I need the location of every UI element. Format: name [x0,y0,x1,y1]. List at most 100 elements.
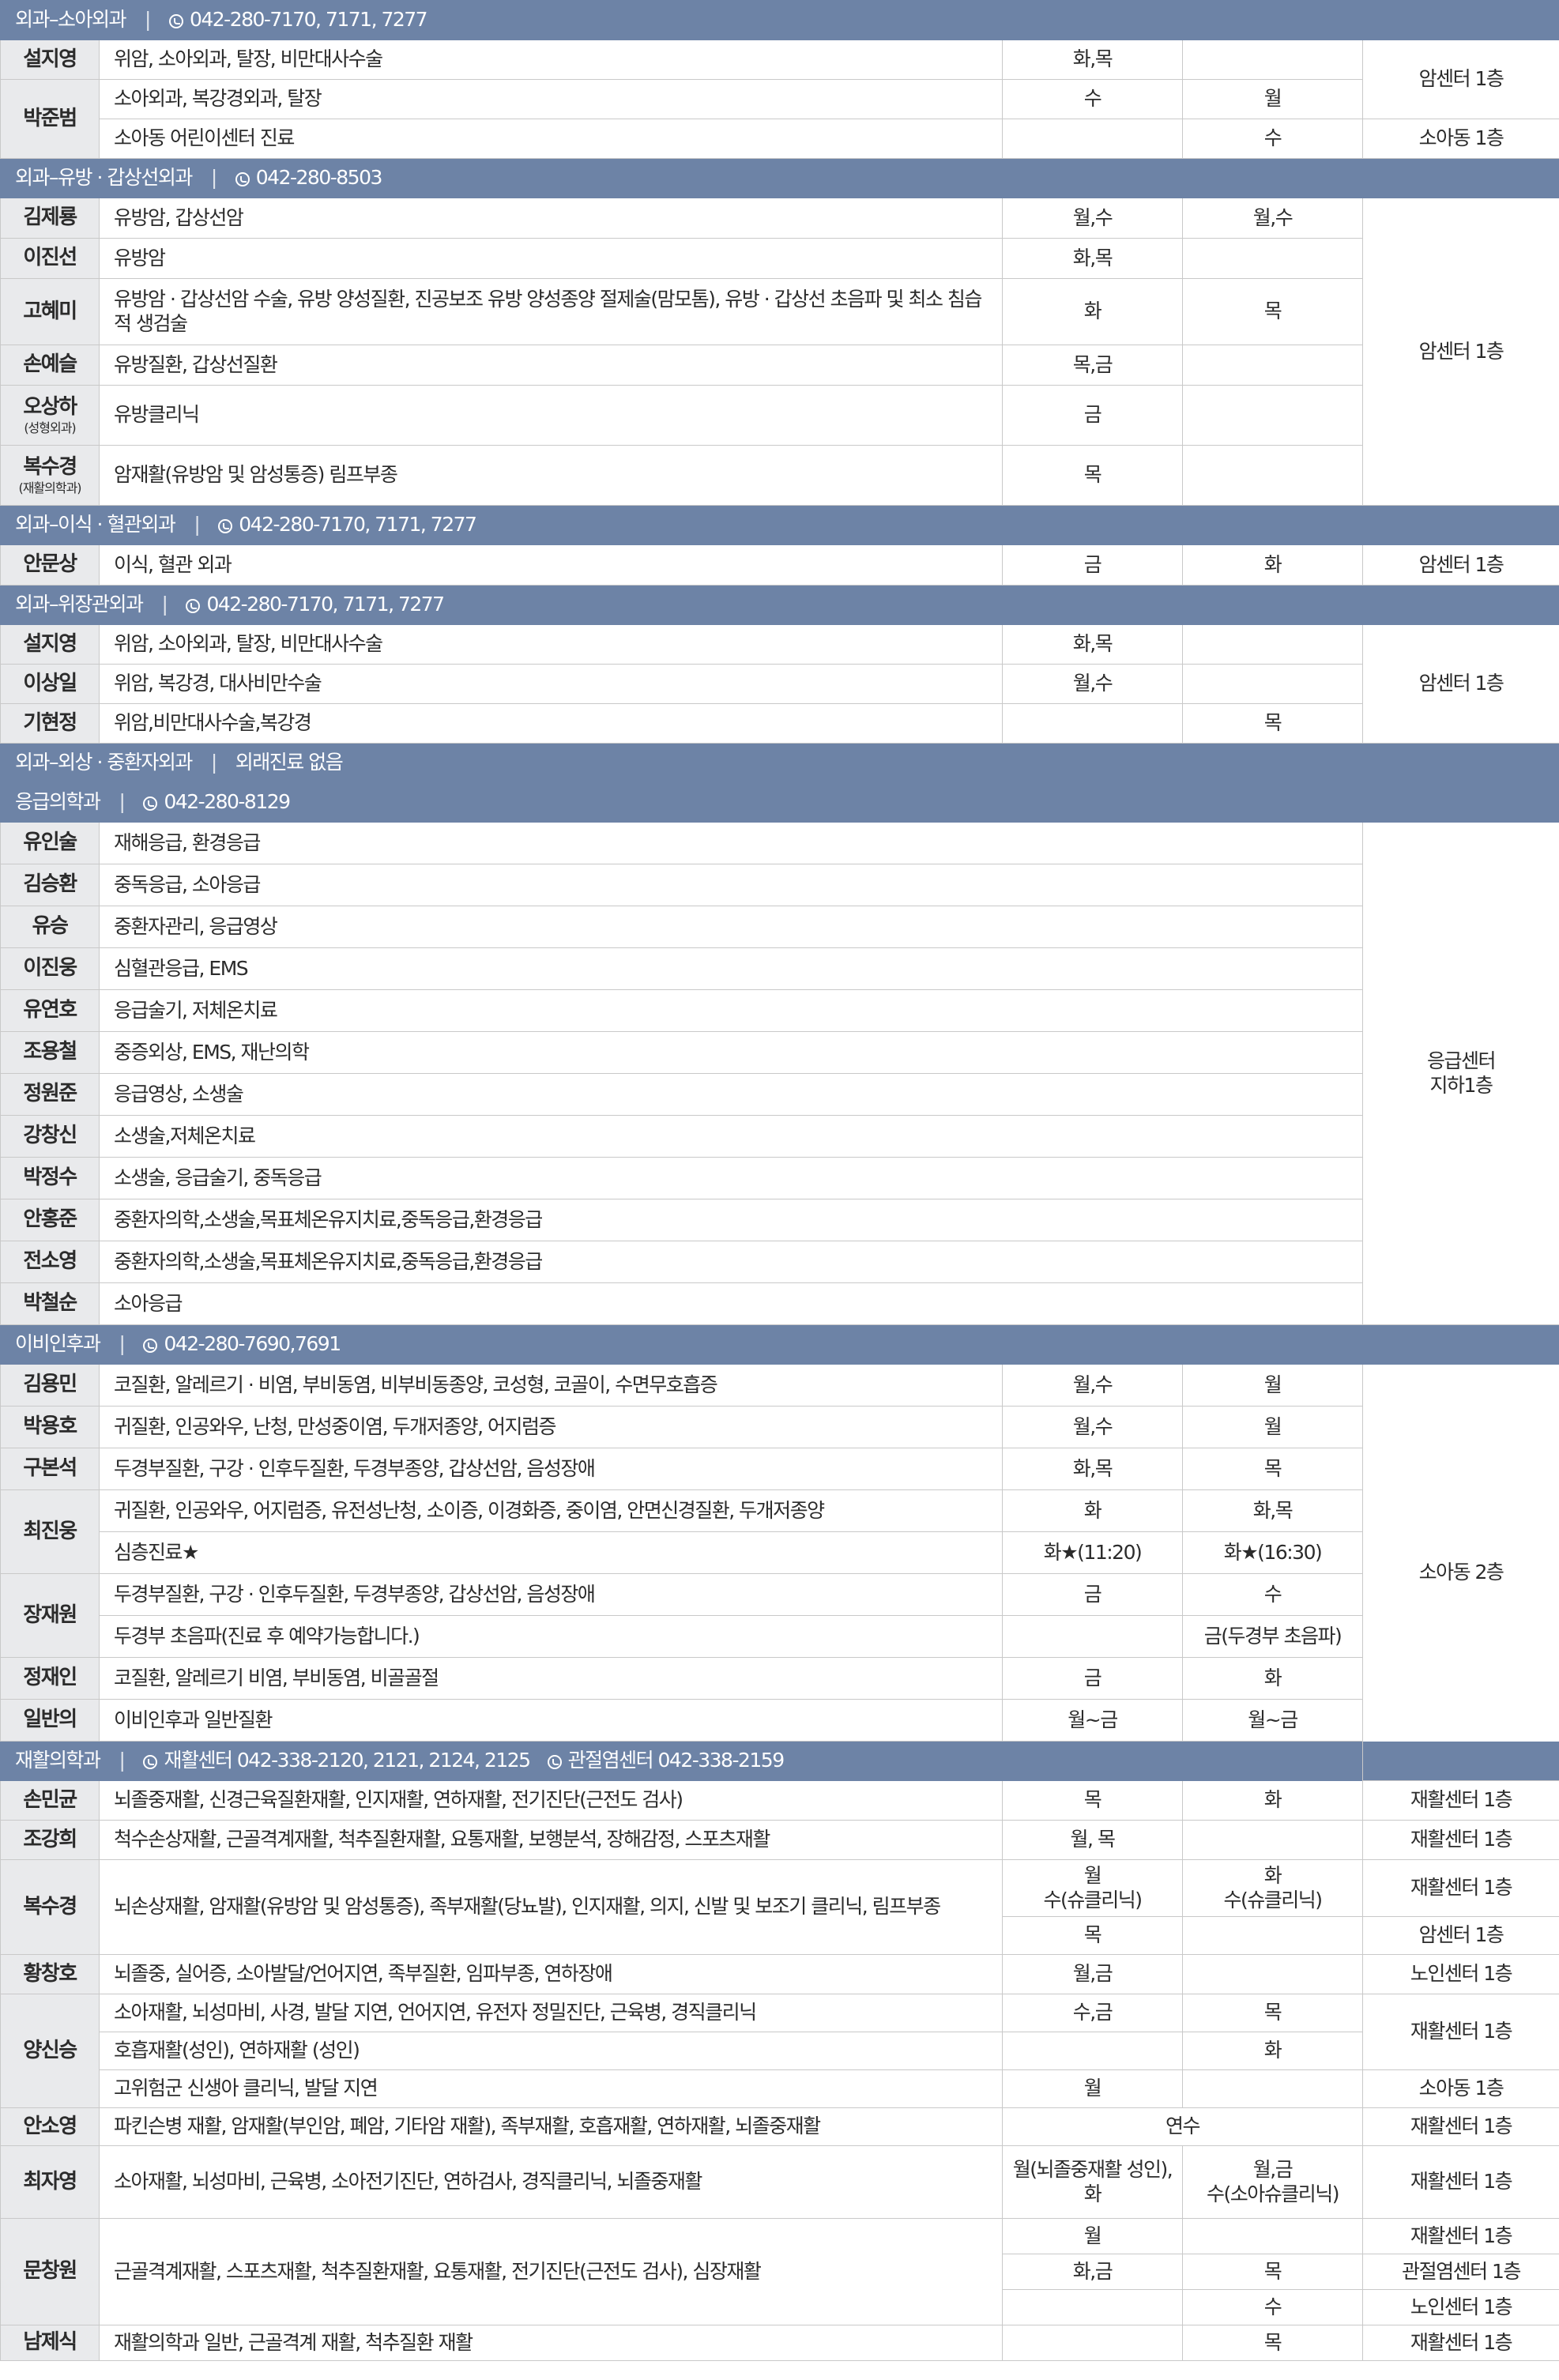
schedule-am: 월,금 [1002,1954,1183,1994]
table-row: 김제룡 유방암, 갑상선암 월,수 월,수 암센터 1층 [0,198,1559,506]
schedule-merged: 연수 [1002,2107,1363,2146]
table-row: 심층진료★ 화★(11:20) 화★(16:30) [1,1531,1559,1574]
schedule-am: 월(뇌졸중재활 성인), 화 [1002,2145,1183,2219]
section-header-row: 외과–소아외과 | 042-280-7170, 7171, 7277 [0,0,1559,40]
schedule-am [1002,2325,1183,2361]
schedule-pm [1182,624,1363,665]
doctor-name: 전소영 [0,1241,100,1283]
section-note: 외래진료 없음 [235,751,344,774]
specialty: 심혈관응급, EMS [99,947,1363,990]
section-header: 외과–위장관외과 | 042-280-7170, 7171, 7277 [0,585,1559,625]
table-row: 구본석 두경부질환, 구강 · 인후두질환, 두경부종양, 갑상선암, 음성장애 화… [0,1448,1559,1490]
doctor-name: 이진선 [0,238,100,279]
section-header: 재활의학과 | 재활센터 042-338-2120, 2121, 2124, 212… [0,1741,1559,1781]
doctor-name: 안문상 [0,544,100,586]
doctor-name: 복수경 (재활의학과) [0,445,100,506]
specialty: 소아재활, 뇌성마비, 근육병, 소아전기진단, 연하검사, 경직클리닉, 뇌졸… [99,2145,1003,2219]
schedule-pm: 월 [1182,79,1363,119]
doctor-name: 조강희 [0,1820,100,1860]
table-row: 이진선 유방암 화,목 [0,238,1559,279]
schedule-am: 화,목 [1002,1448,1183,1490]
doctor-name: 최진웅 [0,1489,100,1574]
doctor-department: (재활의학과) [18,480,81,495]
doctor-name: 오상하 (성형외과) [0,385,100,446]
table-row: 조용철 중증외상, EMS, 재난의학 [0,1031,1559,1074]
schedule-am: 화 [1002,278,1183,345]
phone-icon [547,1755,562,1770]
specialty: 유방암 [99,238,1003,279]
clinic-location: 소아동 2층 [1361,1364,1559,1781]
schedule-am: 금 [1002,544,1183,586]
divider: | [161,593,168,616]
schedule-am: 화,목 [1002,40,1183,80]
clinic-location: 암센터 1층 [1361,40,1559,119]
phone-icon [186,599,201,614]
specialty: 코질환, 알레르기 · 비염, 부비동염, 비부비동종양, 코성형, 코골이, … [99,1364,1003,1407]
schedule-am: 월, 목 [1002,1820,1183,1860]
specialty: 소생술, 응급술기, 중독응급 [99,1157,1363,1199]
specialty: 두경부질환, 구강 · 인후두질환, 두경부종양, 갑상선암, 음성장애 [99,1573,1003,1616]
table-row: 안문상 이식, 혈관 외과 금 화 암센터 1층 [0,544,1559,586]
clinic-schedule-table: 외과–소아외과 | 042-280-7170, 7171, 7277 설지영 위암, 소… [0,0,1559,2361]
doctor-name: 손민균 [0,1780,100,1821]
clinic-location: 재활센터 1층 [1361,2325,1559,2361]
doctor-name: 설지영 [0,40,100,80]
table-row: 일반의 이비인후과 일반질환 월~금 월~금 [0,1699,1559,1742]
schedule-am: 화,목 [1002,238,1183,279]
phone-number: 042-280-8503 [235,166,382,189]
schedule-am: 금 [1002,1573,1183,1616]
schedule-pm: 화★(16:30) [1182,1531,1363,1574]
doctor-name: 장재원 [0,1573,100,1658]
schedule-pm [1182,664,1363,704]
specialty: 이식, 혈관 외과 [99,544,1003,586]
specialty: 소아외과, 복강경외과, 탈장 [99,79,1003,119]
phone-number: 042-280-8129 [143,790,291,813]
table-row: 유연호 응급술기, 저체온치료 [0,989,1559,1032]
divider: | [145,8,151,32]
specialty: 재활의학과 일반, 근골격계 재활, 척추질환 재활 [99,2325,1003,2361]
section-header: 외과–이식 · 혈관외과 | 042-280-7170, 7171, 7277 [0,505,1559,545]
specialty: 응급영상, 소생술 [99,1073,1363,1116]
clinic-location: 재활센터 1층 [1361,1859,1559,1917]
schedule-am: 화,금 [1002,2254,1183,2290]
phone-number: 관절염센터 042-338-2159 [547,1749,785,1772]
specialty: 중환자의학,소생술,목표체온유지치료,중독응급,환경응급 [99,1241,1363,1283]
schedule-pm [1182,1916,1363,1955]
doctor-name: 손예슬 [0,345,100,386]
divider: | [210,166,217,190]
divider: | [119,1749,126,1772]
section-title: 외과–위장관외과 [15,593,144,616]
specialty: 귀질환, 인공와우, 어지럼증, 유전성난청, 소이증, 이경화증, 중이염, … [99,1489,1003,1532]
section-header-row: 외과–이식 · 혈관외과 | 042-280-7170, 7171, 7277 [0,505,1559,545]
specialty: 뇌졸중, 실어증, 소아발달/언어지연, 족부질환, 임파부종, 연하장애 [99,1954,1003,1994]
specialty: 소아동 어린이센터 진료 [99,119,1003,159]
schedule-am: 월 [1002,2218,1183,2254]
phone-number: 042-280-7170, 7171, 7277 [218,513,477,536]
schedule-pm [1182,2218,1363,2254]
table-row: 이상일 위암, 복강경, 대사비만수술 월,수 [0,664,1559,704]
schedule-am: 화★(11:20) [1002,1531,1183,1574]
table-row: 호흡재활(성인), 연하재활 (성인) 화 [1,2032,1559,2070]
table-row: 유승 중환자관리, 응급영상 [0,906,1559,948]
schedule-pm: 목 [1182,1994,1363,2032]
section-header-row: 재활의학과 | 재활센터 042-338-2120, 2121, 2124, 212… [0,1741,1559,1781]
doctor-name: 황창호 [0,1954,100,1994]
doctor-name: 조용철 [0,1031,100,1074]
table-row: 황창호 뇌졸중, 실어증, 소아발달/언어지연, 족부질환, 임파부종, 연하장애… [0,1954,1559,1994]
table-row: 이진웅 심혈관응급, EMS [0,947,1559,990]
schedule-am: 목 [1002,1780,1183,1821]
section-header-row: 외과–유방 · 갑상선외과 | 042-280-8503 [0,158,1559,198]
schedule-pm [1182,385,1363,446]
doctor-name: 안소영 [0,2107,100,2146]
specialty: 유방클리닉 [99,385,1003,446]
schedule-pm: 월~금 [1182,1699,1363,1742]
schedule-am: 목 [1002,1916,1183,1955]
table-row: 박철순 소아응급 [0,1282,1559,1325]
specialty: 뇌손상재활, 암재활(유방암 및 암성통증), 족부재활(당뇨발), 인지재활,… [99,1859,1003,1955]
schedule-pm: 화 [1182,1780,1363,1821]
table-row: 손예슬 유방질환, 갑상선질환 목,금 [0,345,1559,386]
schedule-am: 월 수(슈클리닉) [1002,1859,1183,1917]
schedule-am: 화 [1002,1489,1183,1532]
doctor-name: 문창원 [0,2218,100,2325]
specialty: 소아재활, 뇌성마비, 사경, 발달 지연, 언어지연, 유전자 정밀진단, 근… [99,1994,1003,2032]
